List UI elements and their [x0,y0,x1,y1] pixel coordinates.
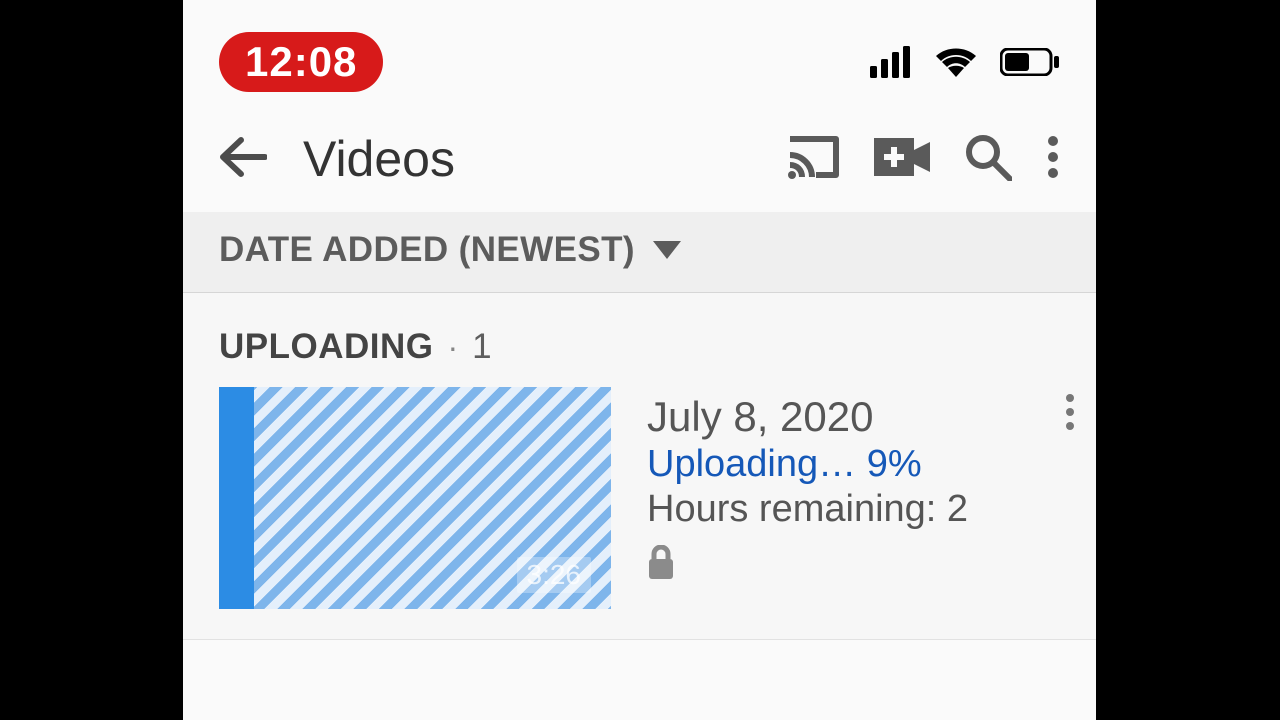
video-overflow-button[interactable] [1064,387,1076,436]
cellular-icon [870,46,912,78]
upload-progress-bar [219,387,254,609]
sort-label: DATE ADDED (NEWEST) [219,230,635,270]
video-info: July 8, 2020 Uploading… 9% Hours remaini… [647,387,968,584]
upload-remaining: Hours remaining: 2 [647,488,968,531]
wifi-icon [934,46,978,78]
page-title: Videos [303,130,455,188]
status-icons [870,46,1060,78]
back-button[interactable] [219,136,267,183]
video-title: July 8, 2020 [647,393,968,441]
content-scroll[interactable]: UPLOADING · 1 3:26 July 8, 2020 Uploadin… [183,293,1096,640]
section-uploading-header: UPLOADING · 1 [183,293,1096,387]
kebab-icon [1064,393,1076,431]
status-bar: 12:08 [183,0,1096,102]
create-video-button[interactable] [874,138,930,181]
section-title: UPLOADING [219,327,434,367]
sort-selector[interactable]: DATE ADDED (NEWEST) [183,212,1096,293]
arrow-left-icon [219,136,267,178]
battery-icon [1000,48,1060,76]
section-count: 1 [472,327,491,367]
app-toolbar: Videos [183,102,1096,212]
app-window: 12:08 [183,0,1096,720]
video-row[interactable]: 3:26 July 8, 2020 Uploading… 9% Hours re… [183,387,1096,640]
video-duration-badge: 3:26 [517,557,592,593]
kebab-icon [1046,135,1060,179]
private-badge [647,545,968,584]
overflow-menu-button[interactable] [1046,135,1060,184]
lock-icon [647,545,675,579]
camera-plus-icon [874,138,930,176]
cast-button[interactable] [786,135,840,184]
video-thumbnail[interactable]: 3:26 [219,387,611,609]
status-clock: 12:08 [219,32,383,92]
cast-icon [786,135,840,179]
search-icon [964,133,1012,181]
upload-status: Uploading… 9% [647,443,968,486]
search-button[interactable] [964,133,1012,186]
chevron-down-icon [653,241,681,259]
